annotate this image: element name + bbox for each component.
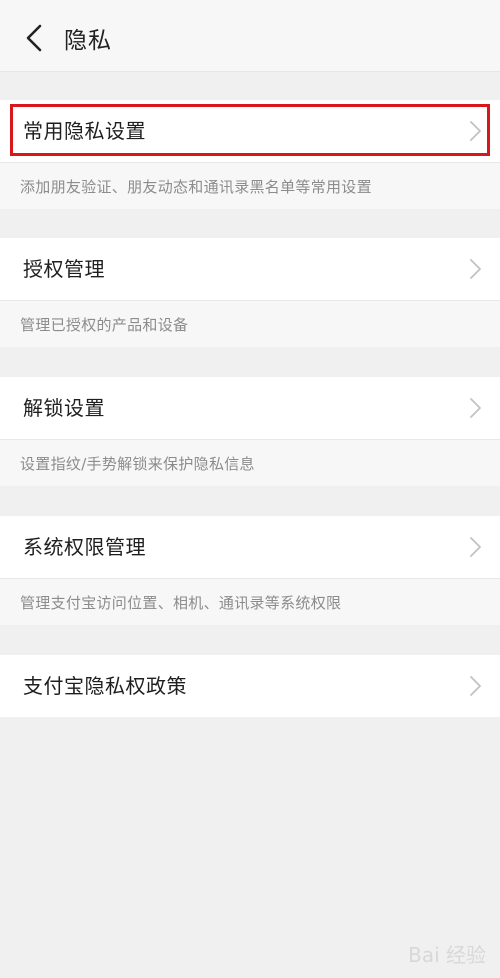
row-description: 添加朋友验证、朋友动态和通讯录黑名单等常用设置	[20, 178, 372, 196]
chevron-left-icon	[26, 24, 42, 52]
chevron-right-icon	[470, 676, 481, 696]
row-description-container: 添加朋友验证、朋友动态和通讯录黑名单等常用设置	[0, 163, 500, 209]
settings-row-authorization[interactable]: 授权管理	[0, 238, 500, 300]
page-title: 隐私	[64, 28, 112, 54]
row-description-container: 管理支付宝访问位置、相机、通讯录等系统权限	[0, 579, 500, 625]
row-description: 设置指纹/手势解锁来保护隐私信息	[20, 455, 255, 473]
row-description: 管理已授权的产品和设备	[20, 316, 189, 334]
row-label: 支付宝隐私权政策	[23, 674, 187, 698]
settings-row-unlock[interactable]: 解锁设置	[0, 377, 500, 439]
settings-row-system-permissions[interactable]: 系统权限管理	[0, 516, 500, 578]
settings-row-common-privacy[interactable]: 常用隐私设置	[0, 100, 500, 162]
row-description: 管理支付宝访问位置、相机、通讯录等系统权限	[20, 594, 342, 612]
row-label: 解锁设置	[23, 396, 105, 420]
nav-header: 隐私	[0, 0, 500, 72]
settings-row-privacy-policy[interactable]: 支付宝隐私权政策	[0, 655, 500, 717]
watermark-logo: Bai 经验	[408, 943, 486, 967]
chevron-right-icon	[470, 398, 481, 418]
row-label: 常用隐私设置	[23, 119, 146, 143]
row-description-container: 管理已授权的产品和设备	[0, 301, 500, 347]
chevron-right-icon	[470, 121, 481, 141]
row-description-container: 设置指纹/手势解锁来保护隐私信息	[0, 440, 500, 486]
chevron-right-icon	[470, 537, 481, 557]
chevron-right-icon	[470, 259, 481, 279]
row-label: 授权管理	[23, 257, 105, 281]
back-button[interactable]	[14, 18, 54, 58]
row-label: 系统权限管理	[23, 535, 146, 559]
